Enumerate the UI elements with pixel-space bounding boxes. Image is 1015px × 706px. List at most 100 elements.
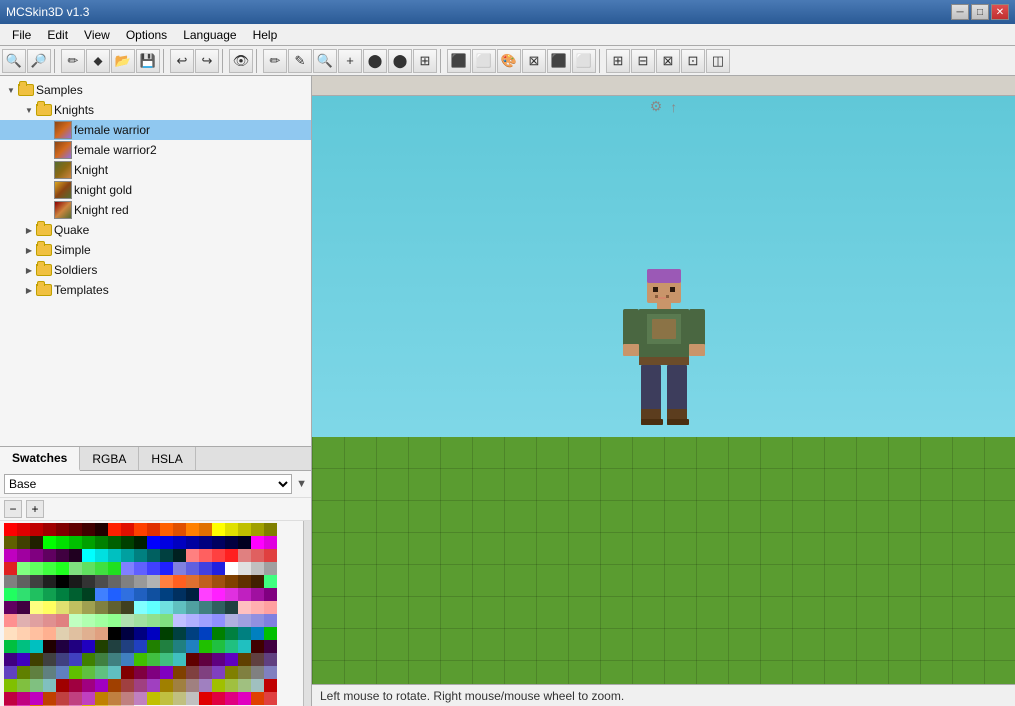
tree-arrow-simple[interactable]: ▶ xyxy=(22,243,36,257)
color-swatch-53[interactable] xyxy=(147,549,160,562)
color-swatch-46[interactable] xyxy=(56,549,69,562)
color-swatch-extra-60[interactable] xyxy=(69,666,82,679)
color-swatch-85[interactable] xyxy=(17,575,30,588)
color-swatch-143[interactable] xyxy=(225,601,238,614)
color-swatch-extra-108[interactable] xyxy=(147,692,160,705)
layout1-btn[interactable]: ⊞ xyxy=(606,49,630,73)
color-swatch-160[interactable] xyxy=(173,614,186,627)
color-swatch-extra-42[interactable] xyxy=(108,653,121,666)
fg-btn[interactable]: ⬜ xyxy=(472,49,496,73)
tree-item-quake[interactable]: ▶Quake xyxy=(0,220,311,240)
color-swatch-extra-82[interactable] xyxy=(82,679,95,692)
color-swatch-extra-26[interactable] xyxy=(173,640,186,653)
color-swatch-173[interactable] xyxy=(69,627,82,640)
color-swatch-0[interactable] xyxy=(4,523,17,536)
tree-item-knight-gold[interactable]: knight gold xyxy=(0,180,311,200)
color-swatch-extra-37[interactable] xyxy=(43,653,56,666)
color-swatch-48[interactable] xyxy=(82,549,95,562)
open-btn[interactable]: 📂 xyxy=(111,49,135,73)
color-swatch-16[interactable] xyxy=(212,523,225,536)
color-swatch-24[interactable] xyxy=(43,536,56,549)
color-swatch-extra-47[interactable] xyxy=(173,653,186,666)
color-swatch-extra-80[interactable] xyxy=(56,679,69,692)
color-swatch-156[interactable] xyxy=(121,614,134,627)
color-swatch-32[interactable] xyxy=(147,536,160,549)
layout4-btn[interactable]: ⊡ xyxy=(681,49,705,73)
color-swatch-extra-52[interactable] xyxy=(238,653,251,666)
color-swatch-extra-75[interactable] xyxy=(264,666,277,679)
color-swatch-extra-20[interactable] xyxy=(95,640,108,653)
color-swatch-22[interactable] xyxy=(17,536,30,549)
eraser-btn[interactable]: ⬥ xyxy=(86,49,110,73)
color-swatch-71[interactable] xyxy=(108,562,121,575)
color-swatch-extra-15[interactable] xyxy=(30,640,43,653)
color-swatch-19[interactable] xyxy=(251,523,264,536)
color-swatch-141[interactable] xyxy=(199,601,212,614)
color-swatch-167[interactable] xyxy=(264,614,277,627)
color-swatch-extra-74[interactable] xyxy=(251,666,264,679)
color-swatch-110[interactable] xyxy=(69,588,82,601)
color-swatch-extra-50[interactable] xyxy=(212,653,225,666)
tree-arrow-templates[interactable]: ▶ xyxy=(22,283,36,297)
color-swatch-extra-98[interactable] xyxy=(17,692,30,705)
color-swatch-166[interactable] xyxy=(251,614,264,627)
color-swatch-106[interactable] xyxy=(17,588,30,601)
color-swatch-132[interactable] xyxy=(82,601,95,614)
color-swatch-119[interactable] xyxy=(186,588,199,601)
color-swatch-39[interactable] xyxy=(238,536,251,549)
color-swatch-extra-88[interactable] xyxy=(160,679,173,692)
color-swatch-extra-32[interactable] xyxy=(251,640,264,653)
color-swatch-116[interactable] xyxy=(147,588,160,601)
color-swatch-120[interactable] xyxy=(199,588,212,601)
color-swatch-109[interactable] xyxy=(56,588,69,601)
color-swatch-29[interactable] xyxy=(108,536,121,549)
color-swatch-extra-92[interactable] xyxy=(212,679,225,692)
color-swatch-147[interactable] xyxy=(4,614,17,627)
color-swatch-113[interactable] xyxy=(108,588,121,601)
color-swatch-extra-49[interactable] xyxy=(199,653,212,666)
color-swatch-extra-59[interactable] xyxy=(56,666,69,679)
color-swatch-93[interactable] xyxy=(121,575,134,588)
color-swatch-extra-102[interactable] xyxy=(69,692,82,705)
color-swatch-extra-56[interactable] xyxy=(17,666,30,679)
color-swatch-extra-45[interactable] xyxy=(147,653,160,666)
color-swatch-extra-86[interactable] xyxy=(134,679,147,692)
color-swatch-extra-77[interactable] xyxy=(17,679,30,692)
color-swatch-44[interactable] xyxy=(30,549,43,562)
color-swatch-31[interactable] xyxy=(134,536,147,549)
menu-item-edit[interactable]: Edit xyxy=(39,26,76,44)
color-swatch-extra-89[interactable] xyxy=(173,679,186,692)
color-swatch-129[interactable] xyxy=(43,601,56,614)
color-swatch-extra-106[interactable] xyxy=(121,692,134,705)
color-swatch-extra-96[interactable] xyxy=(264,679,277,692)
color-swatch-extra-51[interactable] xyxy=(225,653,238,666)
color-swatch-5[interactable] xyxy=(69,523,82,536)
color-swatch-70[interactable] xyxy=(95,562,108,575)
color-swatch-extra-111[interactable] xyxy=(186,692,199,705)
menu-item-view[interactable]: View xyxy=(76,26,118,44)
color-swatch-9[interactable] xyxy=(121,523,134,536)
tree-item-samples[interactable]: ▼Samples xyxy=(0,80,311,100)
zoom-in-swatches[interactable]: + xyxy=(26,500,44,518)
zoom-out-btn[interactable]: 🔎 xyxy=(27,49,51,73)
color-swatch-extra-54[interactable] xyxy=(264,653,277,666)
color-swatch-38[interactable] xyxy=(225,536,238,549)
color-swatch-77[interactable] xyxy=(186,562,199,575)
color-swatch-extra-73[interactable] xyxy=(238,666,251,679)
color-swatch-57[interactable] xyxy=(199,549,212,562)
menu-item-options[interactable]: Options xyxy=(118,26,175,44)
color-swatch-extra-13[interactable] xyxy=(4,640,17,653)
color-swatch-86[interactable] xyxy=(30,575,43,588)
color-swatch-144[interactable] xyxy=(238,601,251,614)
color-swatch-43[interactable] xyxy=(17,549,30,562)
color-swatch-79[interactable] xyxy=(212,562,225,575)
color-swatch-4[interactable] xyxy=(56,523,69,536)
undo-btn[interactable]: ↩ xyxy=(170,49,194,73)
color-swatch-extra-67[interactable] xyxy=(160,666,173,679)
color-swatch-33[interactable] xyxy=(160,536,173,549)
color-swatch-extra-97[interactable] xyxy=(4,692,17,705)
tree-item-simple[interactable]: ▶Simple xyxy=(0,240,311,260)
grid-btn[interactable]: ⊞ xyxy=(413,49,437,73)
zoom-btn[interactable]: 🔍 xyxy=(313,49,337,73)
color-swatch-extra-83[interactable] xyxy=(95,679,108,692)
